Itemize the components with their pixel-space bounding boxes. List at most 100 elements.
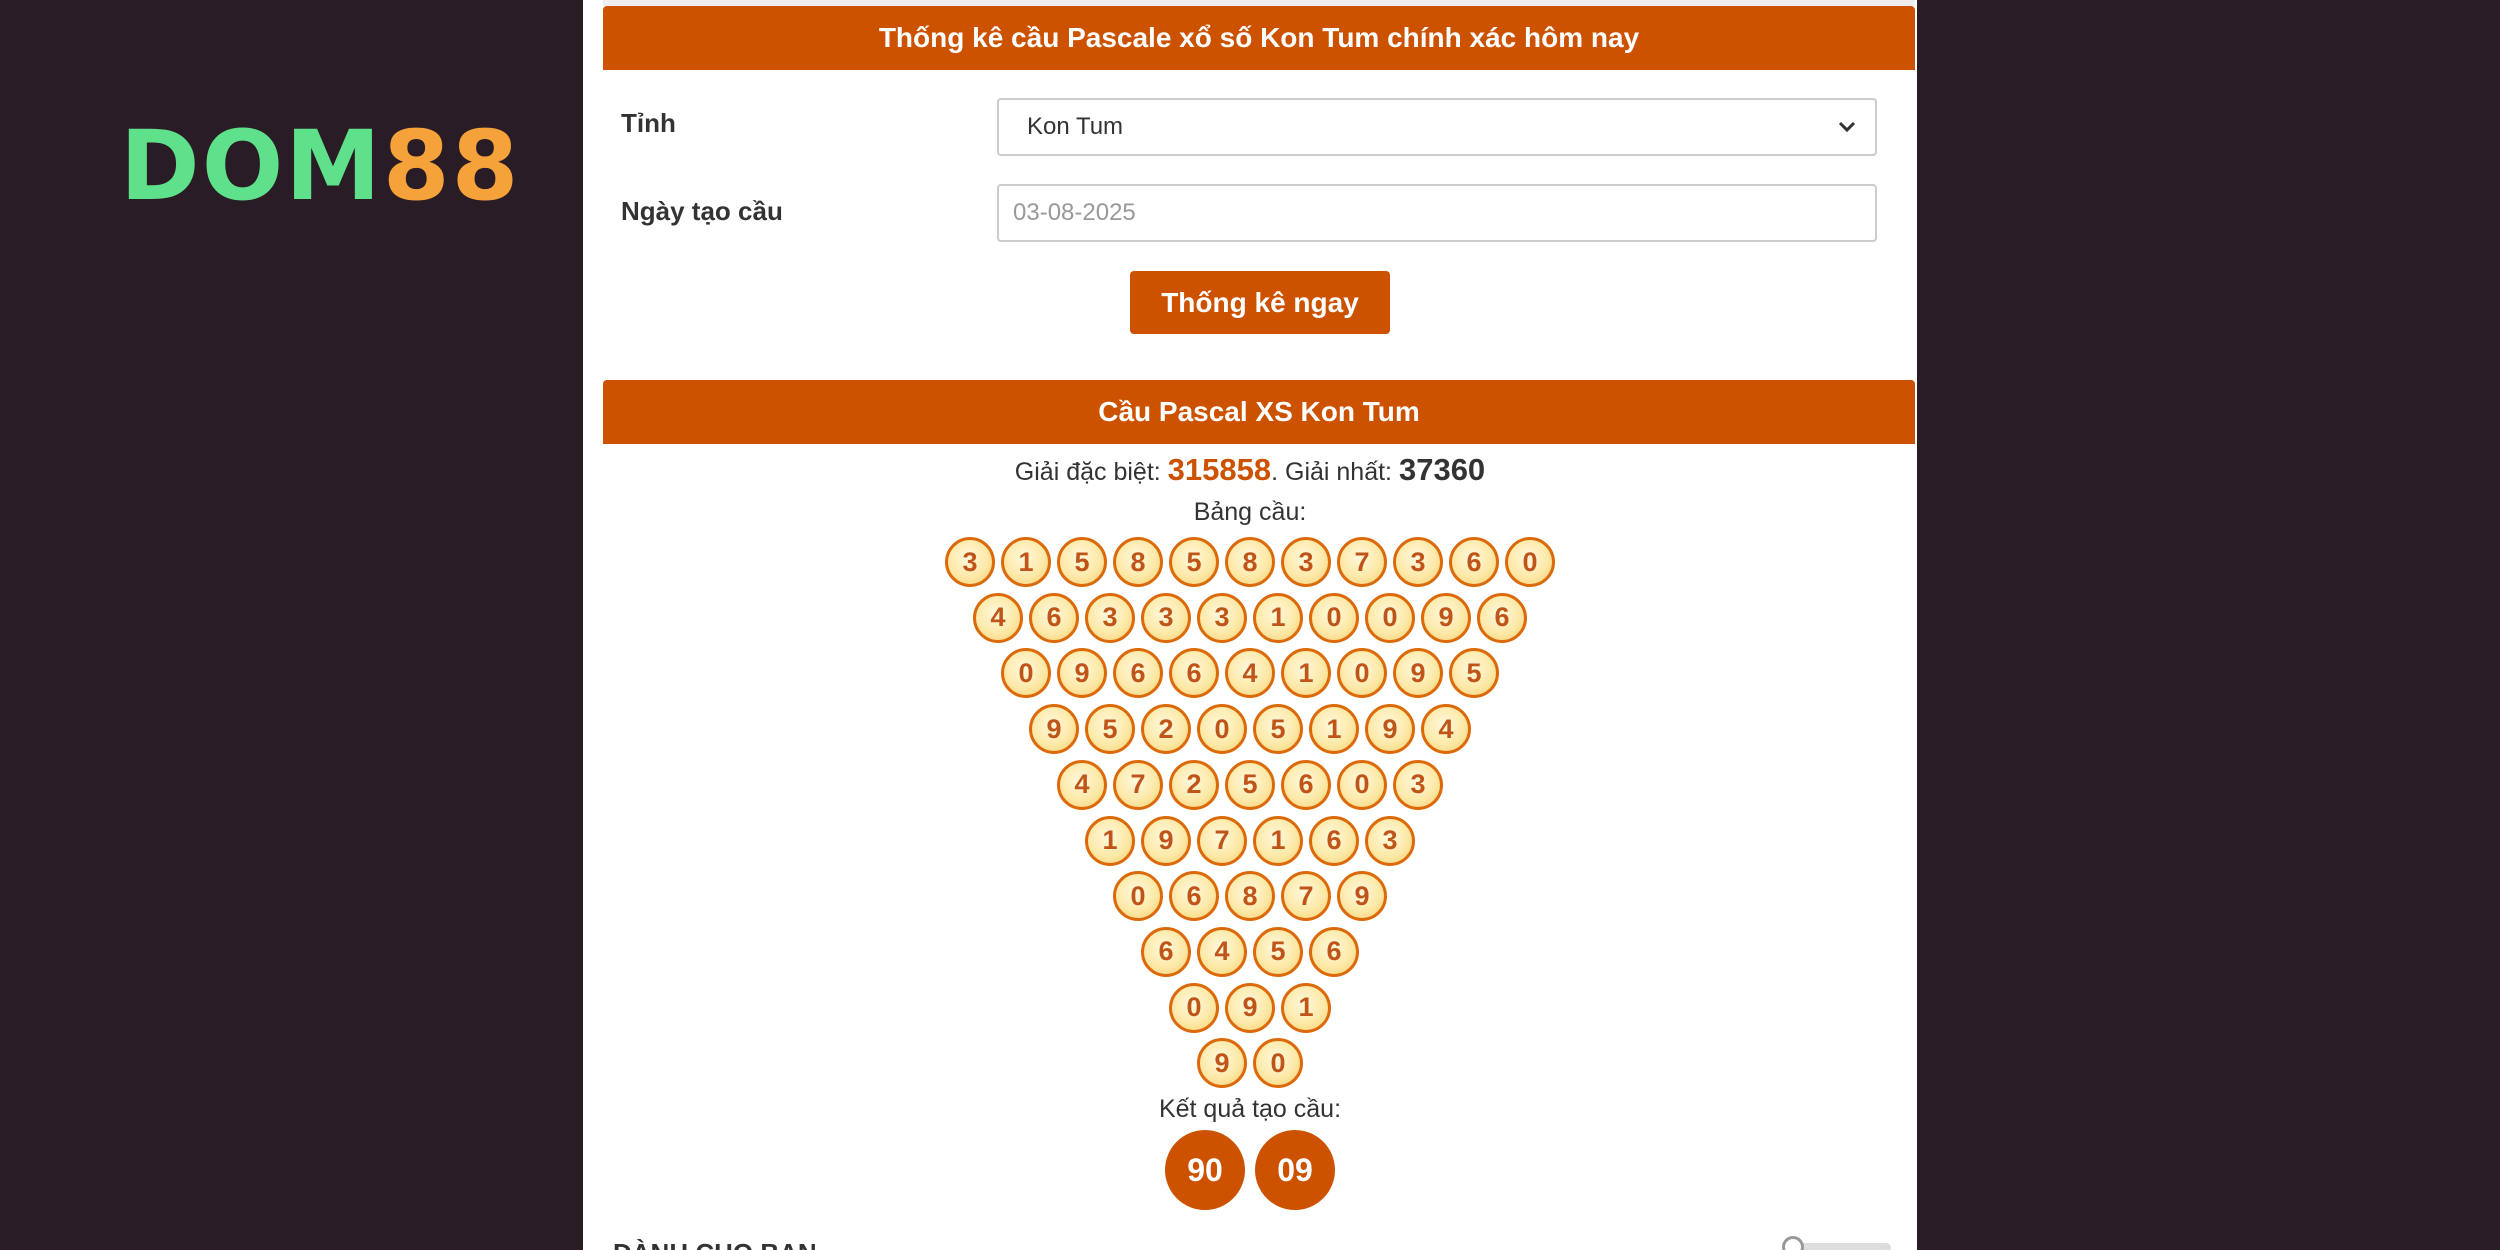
grid-row: 4725603 [583,759,1917,810]
pascal-ball: 4 [973,592,1023,643]
pascal-ball: 1 [1281,648,1331,699]
toggle-track[interactable] [1795,1243,1891,1250]
pascal-ball: 0 [1505,537,1555,587]
pascal-ball: 5 [1085,704,1135,755]
pascal-ball: 2 [1141,704,1191,755]
brand-logo[interactable]: DOM88 [120,118,520,214]
pascal-ball: 1 [1253,592,1303,643]
pascal-ball: 9 [1029,704,1079,755]
grid-row: 091 [583,982,1917,1033]
pascal-ball: 3 [1141,592,1191,643]
grid-caption: Bảng cầu: [1193,498,1307,526]
result-header: Cầu Pascal XS Kon Tum [603,380,1915,444]
result-title: Cầu Pascal XS Kon Tum [1098,396,1420,427]
pascal-ball: 1 [1085,815,1135,866]
special-prize-value: 315858 [1167,452,1272,487]
grid-row: 90 [583,1038,1917,1089]
pascal-ball: 9 [1421,592,1471,643]
pascal-ball: 8 [1113,537,1163,587]
pascal-ball: 9 [1141,815,1191,866]
pascal-ball: 9 [1057,648,1107,699]
pascal-ball: 6 [1309,815,1359,866]
toggle-knob[interactable] [1782,1236,1804,1250]
pascal-ball: 0 [1337,759,1387,810]
next-section-heading: DÀNH CHO BẠN [613,1238,817,1250]
pascal-ball: 0 [1309,592,1359,643]
pascal-ball: 0 [1113,871,1163,922]
pascal-ball: 6 [1029,592,1079,643]
result-caption: Kết quả tạo cầu: [1158,1095,1342,1123]
pascal-ball: 5 [1225,759,1275,810]
pascal-ball: 0 [1337,648,1387,699]
pascal-ball: 3 [1281,537,1331,587]
logo-text-88: 88 [382,110,521,222]
pascal-ball: 6 [1309,926,1359,977]
prize-line: Giải đặc biệt: 315858. Giải nhất: 37360 [583,452,1917,488]
result-balls: 90 09 [583,1130,1917,1210]
pascal-ball: 7 [1197,815,1247,866]
pascal-ball: 6 [1169,871,1219,922]
pascal-ball: 9 [1393,648,1443,699]
pascal-ball: 4 [1057,759,1107,810]
province-label: Tỉnh [621,108,676,138]
pascal-ball: 2 [1169,759,1219,810]
first-prize-value: 37360 [1398,452,1486,487]
grid-row: 95205194 [583,704,1917,755]
pascal-ball: 9 [1197,1038,1247,1089]
pascal-ball: 4 [1225,648,1275,699]
pascal-ball: 6 [1281,759,1331,810]
pascal-ball: 8 [1225,537,1275,587]
date-label: Ngày tạo cầu [621,196,783,226]
pascal-ball: 9 [1365,704,1415,755]
form-header: Thống kê cầu Pascale xổ số Kon Tum chính… [603,6,1915,70]
pascal-ball: 5 [1169,537,1219,587]
pascal-ball: 9 [1225,982,1275,1033]
pascal-ball: 5 [1253,704,1303,755]
grid-row: 06879 [583,871,1917,922]
special-prize-label: Giải đặc biệt: [1014,458,1168,486]
pascal-ball: 0 [1197,704,1247,755]
pascal-ball: 3 [1085,592,1135,643]
pascal-ball: 3 [1393,759,1443,810]
province-select[interactable]: Kon Tum [997,98,1877,156]
grid-row: 31585837360 [583,537,1917,587]
grid-row: 6456 [583,926,1917,977]
pascal-ball: 1 [1309,704,1359,755]
pascal-ball: 7 [1281,871,1331,922]
pascal-ball: 6 [1141,926,1191,977]
grid-row: 096641095 [583,648,1917,699]
grid-row: 197163 [583,815,1917,866]
province-value: Kon Tum [1027,113,1124,140]
chevron-down-icon [1838,121,1856,133]
pascal-ball: 6 [1169,648,1219,699]
pascal-ball: 3 [1393,537,1443,587]
pascal-ball: 0 [1253,1038,1303,1089]
result-ball: 09 [1255,1130,1335,1210]
main-panel: Thống kê cầu Pascale xổ số Kon Tum chính… [583,0,1917,1250]
pascal-ball: 7 [1113,759,1163,810]
pascal-ball: 1 [1001,537,1051,587]
pascal-ball: 7 [1337,537,1387,587]
pascal-ball: 0 [1001,648,1051,699]
result-ball: 90 [1165,1130,1245,1210]
pascal-ball: 5 [1253,926,1303,977]
pascal-ball: 3 [945,537,995,587]
pascal-ball: 8 [1225,871,1275,922]
pascal-ball: 3 [1197,592,1247,643]
grid-row: 4633310096 [583,592,1917,643]
pascal-ball: 6 [1477,592,1527,643]
pascal-ball: 3 [1365,815,1415,866]
submit-button[interactable]: Thống kê ngay [1130,271,1390,334]
pascal-ball: 0 [1169,982,1219,1033]
pascal-ball: 5 [1449,648,1499,699]
pascal-ball: 1 [1281,982,1331,1033]
pascal-ball: 4 [1421,704,1471,755]
pascal-ball: 4 [1197,926,1247,977]
date-input[interactable] [997,184,1877,242]
pascal-ball: 1 [1253,815,1303,866]
pascal-ball: 9 [1337,871,1387,922]
form-title: Thống kê cầu Pascale xổ số Kon Tum chính… [878,22,1640,53]
logo-text-dom: DOM [120,110,383,222]
pascal-ball: 0 [1365,592,1415,643]
pascal-ball: 6 [1113,648,1163,699]
